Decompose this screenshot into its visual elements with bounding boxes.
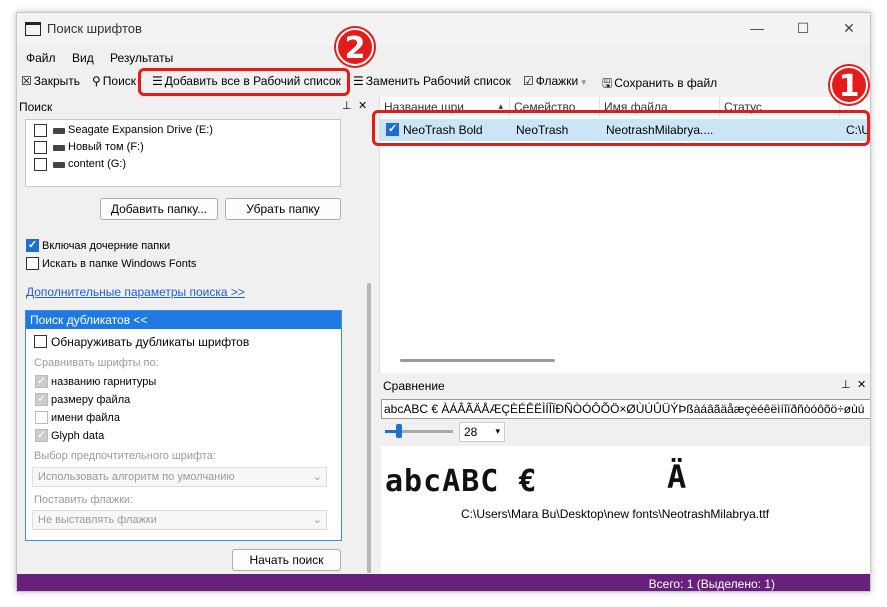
pin-icon[interactable]: ⊥ bbox=[342, 99, 352, 112]
detect-duplicates-label: Обнаруживать дубликаты шрифтов bbox=[51, 335, 250, 349]
close-pane-icon[interactable]: ✕ bbox=[857, 378, 866, 391]
search-pane-header: Поиск ⊥ ✕ bbox=[17, 97, 367, 117]
preferred-font-label: Выбор предпочтительного шрифта: bbox=[34, 450, 216, 462]
search-pane-title: Поиск bbox=[19, 100, 53, 114]
results-horizontal-scrollbar[interactable] bbox=[400, 359, 555, 362]
chevron-down-icon: ▾ bbox=[495, 426, 500, 436]
detect-duplicates-checkbox[interactable] bbox=[34, 335, 47, 348]
include-subfolders-label: Включая дочерние папки bbox=[42, 240, 171, 252]
chevron-down-icon: ⌄ bbox=[312, 471, 322, 483]
compare-family-checkbox[interactable] bbox=[35, 374, 48, 388]
compare-size-label: размеру файла bbox=[51, 394, 131, 406]
close-pane-icon[interactable]: ✕ bbox=[358, 99, 367, 112]
checkbox-icon: ☑ bbox=[523, 74, 534, 88]
drive-icon bbox=[53, 162, 65, 168]
drive-e-checkbox[interactable] bbox=[34, 124, 47, 137]
compare-filename-label: имени файла bbox=[51, 412, 120, 424]
annotation-badge-2: 2 bbox=[336, 28, 374, 66]
search-pane-scrollbar[interactable] bbox=[367, 283, 371, 573]
menu-results[interactable]: Результаты bbox=[110, 51, 173, 65]
drive-e-label: Seagate Expansion Drive (E:) bbox=[68, 124, 213, 136]
drive-f-checkbox[interactable] bbox=[34, 141, 47, 154]
duplicates-header[interactable]: Поиск дубликатов << bbox=[26, 311, 341, 329]
replace-worklist-button[interactable]: ☰ Заменить Рабочий список bbox=[353, 74, 511, 88]
compare-pane: Сравнение ⊥ ✕ abcABC € ÀÁÂÃÄÅÆÇÈÉÊËÌÍÎÏÐ… bbox=[379, 373, 870, 574]
close-search-button[interactable]: ☒ Закрыть bbox=[21, 74, 80, 88]
preferred-font-select[interactable]: Использовать алгоритм по умолчанию ⌄ bbox=[32, 467, 327, 487]
compare-filename-checkbox[interactable] bbox=[35, 411, 48, 424]
close-box-icon: ☒ bbox=[21, 74, 32, 88]
preview-char: Ä bbox=[667, 458, 687, 496]
preview-sample-text: abcABC € bbox=[385, 464, 538, 499]
compare-glyph-label: Glyph data bbox=[51, 430, 105, 442]
minimize-button[interactable]: — bbox=[734, 13, 780, 45]
font-preview: abcABC € Ä C:\Users\Mara Bu\Desktop\new … bbox=[381, 446, 870, 574]
compare-family-label: названию гарнитуры bbox=[51, 376, 157, 388]
windows-fonts-label: Искать в папке Windows Fonts bbox=[42, 258, 197, 270]
drive-g-checkbox[interactable] bbox=[34, 158, 47, 171]
close-window-button[interactable]: ✕ bbox=[826, 13, 870, 45]
status-text: Всего: 1 (Выделено: 1) bbox=[648, 577, 775, 591]
drive-f-label: Новый том (F:) bbox=[68, 141, 144, 153]
size-slider-thumb[interactable] bbox=[396, 424, 402, 438]
search-button[interactable]: ⚲ Поиск bbox=[92, 74, 136, 88]
duplicates-panel: Поиск дубликатов << Обнаруживать дублика… bbox=[25, 310, 342, 541]
drive-g-label: content (G:) bbox=[68, 158, 127, 170]
menu-bar: Файл Вид Результаты bbox=[17, 47, 870, 69]
add-folder-button[interactable]: Добавить папку... bbox=[100, 198, 218, 220]
menu-file[interactable]: Файл bbox=[26, 51, 56, 65]
remove-folder-button[interactable]: Убрать папку bbox=[225, 198, 341, 220]
save-to-file-button[interactable]: 🖫 Сохранить в файл bbox=[602, 74, 717, 95]
set-flags-label: Поставить флажки: bbox=[34, 494, 134, 506]
annotation-badge-1: 1 bbox=[830, 66, 868, 104]
compare-pane-title: Сравнение bbox=[383, 379, 445, 393]
window-title: Поиск шрифтов bbox=[47, 21, 142, 36]
status-bar: Всего: 1 (Выделено: 1) bbox=[17, 574, 870, 591]
compare-size-checkbox[interactable] bbox=[35, 392, 48, 406]
preview-file-path: C:\Users\Mara Bu\Desktop\new fonts\Neotr… bbox=[461, 507, 770, 521]
font-size-select[interactable]: 28 ▾ bbox=[459, 422, 505, 442]
drive-list: Seagate Expansion Drive (E:) Новый том (… bbox=[25, 119, 341, 187]
sample-text-input[interactable]: abcABC € ÀÁÂÃÄÅÆÇÈÉÊËÌÍÎÏÐÑÒÓÔÕÖ×ØÙÚÛÜÝÞ… bbox=[381, 399, 870, 419]
title-bar: Поиск шрифтов — ☐ ✕ bbox=[17, 13, 870, 45]
chevron-down-icon: ⌄ bbox=[312, 514, 322, 526]
dropdown-arrow-icon: ▾ bbox=[581, 77, 587, 87]
compare-by-label: Сравнивать шрифты по: bbox=[34, 357, 159, 369]
flags-button[interactable]: ☑ Флажки ▾ bbox=[523, 74, 586, 88]
search-icon: ⚲ bbox=[92, 74, 101, 88]
drive-icon bbox=[53, 128, 65, 134]
app-window-icon bbox=[25, 22, 41, 36]
search-pane: Поиск ⊥ ✕ Seagate Expansion Drive (E:) Н… bbox=[17, 97, 367, 574]
maximize-button[interactable]: ☐ bbox=[780, 13, 826, 45]
menu-view[interactable]: Вид bbox=[72, 51, 94, 65]
include-subfolders-checkbox[interactable] bbox=[26, 238, 39, 252]
font-search-window: Поиск шрифтов — ☐ ✕ Файл Вид Результаты … bbox=[16, 12, 871, 592]
pin-icon[interactable]: ⊥ bbox=[841, 378, 851, 391]
start-search-button[interactable]: Начать поиск bbox=[232, 549, 341, 571]
annotation-highlight-row bbox=[372, 110, 870, 146]
set-flags-select[interactable]: Не выставлять флажки ⌄ bbox=[32, 510, 327, 530]
annotation-highlight-add-all bbox=[138, 68, 350, 96]
windows-fonts-checkbox[interactable] bbox=[26, 257, 39, 270]
drive-icon bbox=[53, 145, 65, 151]
save-icon: 🖫 bbox=[602, 76, 613, 90]
compare-glyph-checkbox[interactable] bbox=[35, 428, 48, 442]
list-replace-icon: ☰ bbox=[353, 74, 364, 88]
advanced-search-link[interactable]: Дополнительные параметры поиска >> bbox=[26, 285, 245, 299]
